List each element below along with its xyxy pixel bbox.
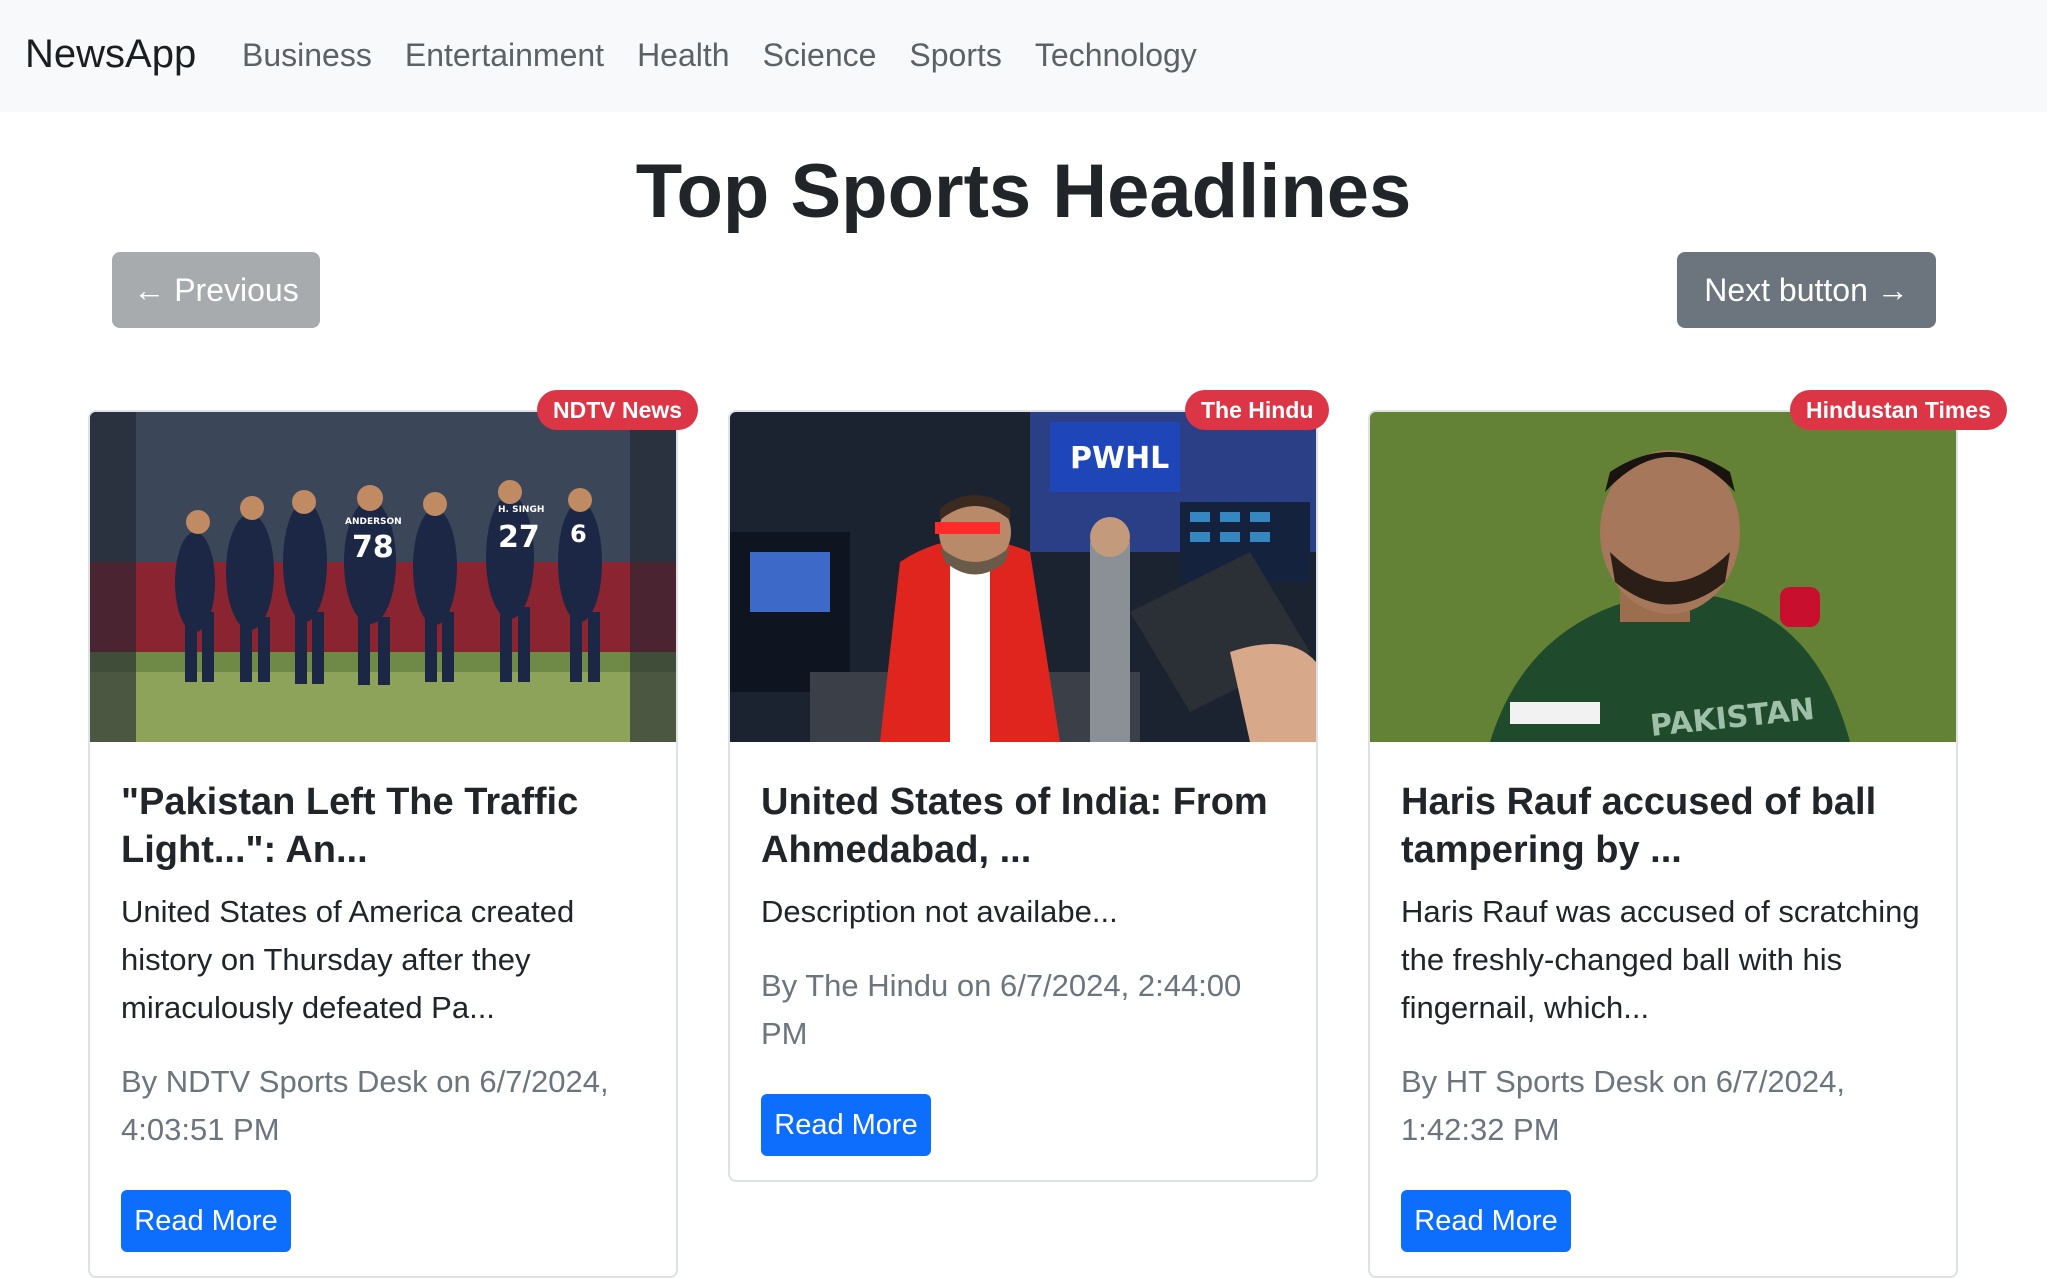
- sign-text: PWHL: [1070, 441, 1169, 476]
- source-badge: Hindustan Times: [1790, 390, 2007, 430]
- byline-line: 1:42:32 PM: [1401, 1112, 1560, 1147]
- navbar: NewsApp Business Entertainment Health Sc…: [0, 0, 2047, 112]
- card-title[interactable]: United States of India: From Ahmedabad, …: [761, 778, 1285, 874]
- jersey-name: H. SINGH: [498, 505, 544, 515]
- card-body: United States of India: From Ahmedabad, …: [730, 742, 1316, 1180]
- description-line: the freshly-changed ball with his: [1401, 942, 1843, 977]
- description-line: history on Thursday after they: [121, 942, 531, 977]
- jersey-number: 27: [498, 520, 540, 555]
- description-line: miraculously defeated Pa...: [121, 990, 495, 1025]
- description-line: Haris Rauf was accused of scratching: [1401, 894, 1920, 929]
- nav-link-science[interactable]: Science: [763, 37, 877, 74]
- title-line: tampering by ...: [1401, 829, 1682, 871]
- byline-line: By The Hindu on 6/7/2024, 2:44:00: [761, 968, 1242, 1003]
- card-image: PWHL: [730, 412, 1316, 742]
- byline-line: PM: [761, 1016, 808, 1051]
- card-title[interactable]: Haris Rauf accused of ball tampering by …: [1401, 778, 1925, 874]
- card-description: Haris Rauf was accused of scratching the…: [1401, 888, 1925, 1032]
- nav-link-technology[interactable]: Technology: [1035, 37, 1197, 74]
- jersey-number: 78: [352, 530, 394, 565]
- nav-link-business[interactable]: Business: [242, 37, 372, 74]
- description-line: fingernail, which...: [1401, 990, 1650, 1025]
- source-badge: NDTV News: [537, 390, 699, 430]
- description-line: United States of America created: [121, 894, 575, 929]
- nav-link-entertainment[interactable]: Entertainment: [405, 37, 604, 74]
- card-description: Description not availabe...: [761, 888, 1285, 936]
- title-line: Ahmedabad, ...: [761, 829, 1032, 871]
- page-title: Top Sports Headlines: [635, 149, 1412, 234]
- jersey-name: ANDERSON: [345, 517, 402, 527]
- title-line: United States of India: From: [761, 781, 1268, 823]
- news-card: 78 27 6 ANDERSON H. SINGH "Pakistan Left…: [88, 410, 678, 1278]
- card-byline: By NDTV Sports Desk on 6/7/2024, 4:03:51…: [121, 1058, 645, 1154]
- news-card: PWHL United States of India: From Ahmeda…: [728, 410, 1318, 1182]
- card-body: Haris Rauf accused of ball tampering by …: [1370, 742, 1956, 1276]
- byline-line: By NDTV Sports Desk on 6/7/2024,: [121, 1064, 609, 1099]
- card-byline: By The Hindu on 6/7/2024, 2:44:00 PM: [761, 962, 1285, 1058]
- nav-link-health[interactable]: Health: [637, 37, 730, 74]
- jersey-number: 6: [570, 520, 587, 548]
- byline-line: 4:03:51 PM: [121, 1112, 280, 1147]
- card-description: United States of America created history…: [121, 888, 645, 1032]
- byline-line: By HT Sports Desk on 6/7/2024,: [1401, 1064, 1845, 1099]
- description-line: Description not availabe...: [761, 894, 1118, 929]
- next-button[interactable]: Next button →: [1677, 252, 1936, 328]
- previous-button[interactable]: ← Previous: [112, 252, 320, 328]
- brand-logo[interactable]: NewsApp: [25, 32, 196, 77]
- card-body: "Pakistan Left The Traffic Light...": An…: [90, 742, 676, 1276]
- card-image: 78 27 6 ANDERSON H. SINGH: [90, 412, 676, 742]
- nav-link-sports[interactable]: Sports: [909, 37, 1001, 74]
- card-image: PAKISTAN: [1370, 412, 1956, 742]
- card-title[interactable]: "Pakistan Left The Traffic Light...": An…: [121, 778, 645, 874]
- news-card: PAKISTAN Haris Rauf accused of ball tamp…: [1368, 410, 1958, 1278]
- source-badge: The Hindu: [1185, 390, 1330, 430]
- title-line: Haris Rauf accused of ball: [1401, 781, 1877, 823]
- read-more-button[interactable]: Read More: [761, 1094, 931, 1156]
- nav-links: Business Entertainment Health Science Sp…: [242, 37, 1230, 74]
- title-line: "Pakistan Left The Traffic: [121, 781, 579, 823]
- read-more-button[interactable]: Read More: [1401, 1190, 1571, 1252]
- read-more-button[interactable]: Read More: [121, 1190, 291, 1252]
- title-line: Light...": An...: [121, 829, 368, 871]
- card-byline: By HT Sports Desk on 6/7/2024, 1:42:32 P…: [1401, 1058, 1925, 1154]
